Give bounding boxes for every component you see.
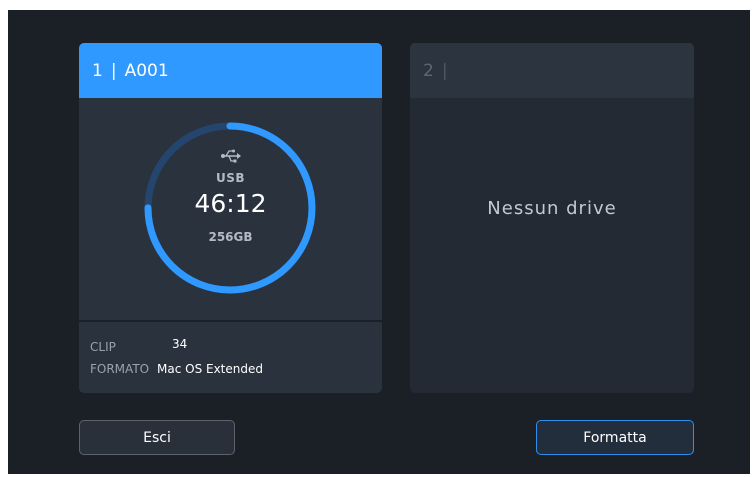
usb-icon — [221, 149, 241, 163]
card-divider — [79, 320, 382, 322]
slot-2-card[interactable]: 2 | Nessun drive — [410, 43, 694, 393]
format-label: FORMATO — [90, 362, 150, 376]
remaining-time: 46:12 — [194, 189, 267, 218]
clip-count: 34 — [172, 337, 188, 351]
slot-1-clip-name: A001 — [124, 60, 169, 81]
format-screen: 1 | A001 USB 46:12 256GB CLIP 34 FORMATO… — [8, 10, 750, 474]
no-drive-message: Nessun drive — [487, 198, 617, 219]
slot-1-header[interactable]: 1 | A001 — [79, 43, 382, 98]
slot-2-separator: | — [441, 60, 448, 81]
media-type-label: USB — [215, 171, 246, 185]
exit-button[interactable]: Esci — [79, 420, 235, 455]
capacity-label: 256GB — [208, 230, 253, 244]
format-value: Mac OS Extended — [157, 362, 263, 376]
clip-label: CLIP — [90, 340, 116, 354]
slot-2-number: 2 — [423, 60, 434, 81]
format-button[interactable]: Formatta — [536, 420, 694, 455]
slot-1-number: 1 — [92, 60, 103, 81]
storage-indicator: USB 46:12 256GB — [79, 98, 382, 321]
slot-2-header[interactable]: 2 | — [410, 43, 694, 98]
slot-1-separator: | — [110, 60, 117, 81]
slot-1-card[interactable]: 1 | A001 USB 46:12 256GB CLIP 34 FORMATO… — [79, 43, 382, 393]
